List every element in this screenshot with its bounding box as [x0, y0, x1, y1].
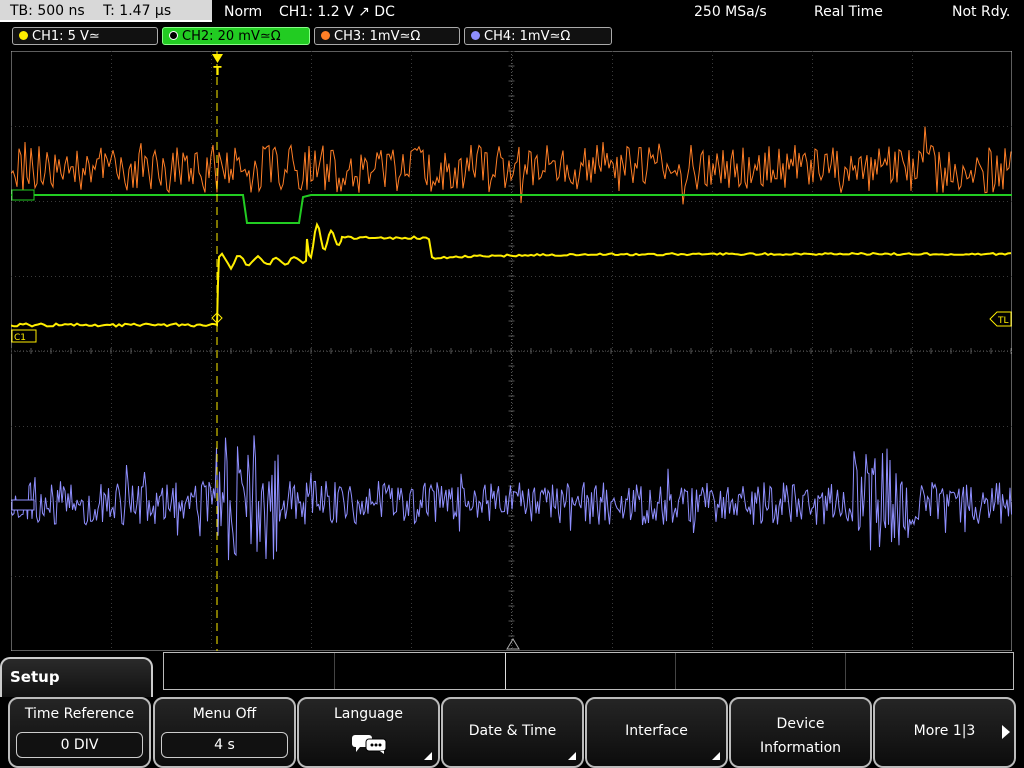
date-time-label: Date & Time [468, 723, 557, 739]
time-reference-softkey[interactable]: Time Reference 0 DIV [8, 697, 151, 768]
waveform-display[interactable]: T C1 TL [11, 51, 1012, 651]
time-reference-label: Time Reference [24, 706, 135, 722]
channel-2-tab[interactable]: CH2: 20 mV≃Ω [162, 27, 310, 45]
ch2-offset-marker[interactable] [11, 189, 35, 201]
next-page-arrow-icon [1002, 725, 1010, 739]
zoom-overview-strip [163, 652, 1014, 690]
channel-3-label: CH3: 1mV≃Ω [334, 29, 421, 44]
acquisition-mode: Real Time [814, 4, 883, 20]
channel-3-tab[interactable]: CH3: 1mV≃Ω [314, 27, 460, 45]
trigger-marker-label: T [213, 64, 222, 78]
channel-1-tab[interactable]: CH1: 5 V≃ [12, 27, 158, 45]
time-position: T: 1.47 µs [103, 3, 172, 19]
menu-title-tab: Setup [0, 657, 153, 697]
interface-label: Interface [625, 723, 688, 739]
menu-off-label: Menu Off [192, 706, 257, 722]
submenu-indicator-icon [424, 752, 432, 760]
ch1-offset-marker[interactable]: C1 [11, 329, 37, 343]
speech-bubbles-icon [352, 735, 387, 754]
run-status: Not Rdy. [952, 4, 1011, 20]
device-info-line2: Information [759, 740, 842, 756]
ch3-dot-icon [321, 31, 330, 40]
device-info-line1: Device [776, 716, 825, 732]
menu-off-value: 4 s [161, 732, 288, 758]
ch4-dot-icon [471, 31, 480, 40]
submenu-indicator-icon [568, 752, 576, 760]
language-label: Language [333, 706, 404, 722]
ch4-offset-marker[interactable] [11, 499, 35, 511]
channel-1-label: CH1: 5 V≃ [32, 29, 100, 44]
more-softkey[interactable]: More 1|3 [873, 697, 1016, 768]
status-bar: TB: 500 ns T: 1.47 µs Norm CH1: 1.2 V ↗ … [0, 0, 1024, 24]
interface-softkey[interactable]: Interface [585, 697, 728, 768]
sample-rate: 250 MSa/s [694, 4, 767, 20]
timebase-value: TB: 500 ns [10, 3, 85, 19]
timebase-box[interactable]: TB: 500 ns T: 1.47 µs [0, 0, 212, 22]
channel-4-tab[interactable]: CH4: 1mV≃Ω [464, 27, 612, 45]
channel-row: CH1: 5 V≃ CH2: 20 mV≃Ω CH3: 1mV≃Ω CH4: 1… [0, 26, 1024, 48]
trigger-level-label: TL [997, 316, 1009, 326]
time-reference-value: 0 DIV [16, 732, 143, 758]
submenu-indicator-icon [712, 752, 720, 760]
menu-off-softkey[interactable]: Menu Off 4 s [153, 697, 296, 768]
ch2-dot-icon [169, 31, 178, 40]
channel-2-label: CH2: 20 mV≃Ω [182, 29, 281, 44]
date-time-softkey[interactable]: Date & Time [441, 697, 584, 768]
ch1-dot-icon [19, 31, 28, 40]
more-label: More 1|3 [913, 723, 976, 739]
trigger-settings[interactable]: CH1: 1.2 V ↗ DC [279, 0, 395, 24]
device-information-softkey[interactable]: Device Information [729, 697, 872, 768]
trigger-mode[interactable]: Norm [224, 0, 262, 24]
channel-4-label: CH4: 1mV≃Ω [484, 29, 571, 44]
ch1-marker-label: C1 [14, 333, 26, 343]
language-softkey[interactable]: Language [297, 697, 440, 768]
